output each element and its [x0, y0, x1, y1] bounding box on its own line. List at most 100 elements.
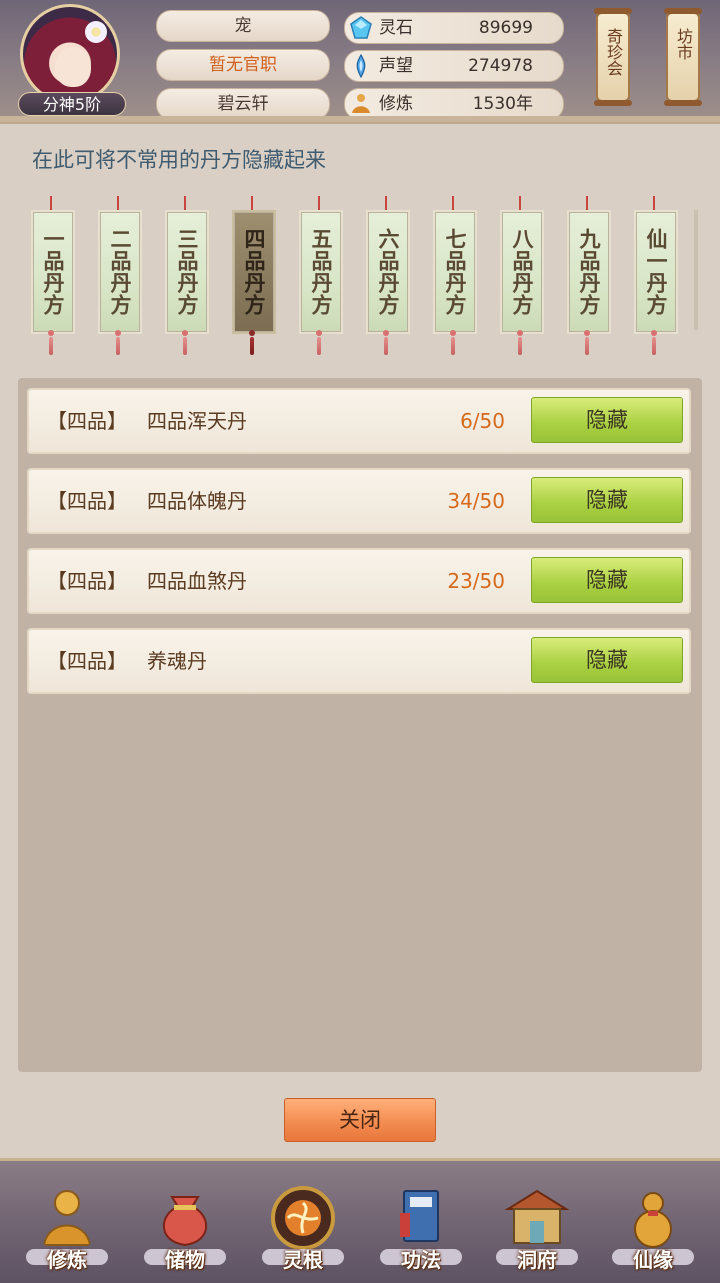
treasure-fair-label: 奇珍会: [604, 28, 623, 76]
recipe-row: 【四品】 四品血煞丹 23/50 隐藏: [27, 548, 691, 614]
spirit-root-icon: [271, 1186, 335, 1250]
tab-grade-8[interactable]: 八品丹方: [497, 196, 544, 362]
recipe-name: 四品浑天丹: [147, 409, 247, 433]
tassel-icon: [379, 330, 393, 356]
top-status-bar: 分神5阶 宠 暂无官职 碧云轩 灵石 89699 声望 274978 修炼 15…: [0, 0, 720, 122]
nav-spirit-root[interactable]: 灵根: [248, 1161, 358, 1279]
tab-immortal-1[interactable]: 仙一丹方: [631, 196, 678, 362]
recipe-row: 【四品】 四品体魄丹 34/50 隐藏: [27, 468, 691, 534]
technique-book-icon: [400, 1190, 439, 1242]
nav-storage[interactable]: 储物: [130, 1161, 240, 1279]
nav-label: 洞府: [517, 1248, 557, 1272]
tab-grade-7[interactable]: 七品丹方: [430, 196, 477, 362]
tab-grade-6[interactable]: 六品丹方: [363, 196, 410, 362]
tab-label: 六品丹方: [366, 210, 410, 334]
tab-label: 二品丹方: [98, 210, 142, 334]
hanging-string: [117, 196, 119, 210]
tab-grade-5[interactable]: 五品丹方: [296, 196, 343, 362]
resource-stats: 灵石 89699 声望 274978 修炼 1530年: [344, 12, 564, 126]
nav-label: 功法: [401, 1248, 441, 1272]
hide-button[interactable]: 隐藏: [531, 397, 683, 443]
tab-grade-4[interactable]: 四品丹方: [229, 196, 276, 362]
hanging-string: [586, 196, 588, 210]
stat-label: 灵石: [379, 18, 413, 38]
close-button[interactable]: 关闭: [284, 1098, 436, 1142]
hair-flower-icon: [85, 21, 107, 43]
tab-label: 三品丹方: [165, 210, 209, 334]
recipe-grade: 【四品】: [47, 489, 127, 513]
recipe-count: 34/50: [447, 489, 505, 513]
bottom-nav: 修炼 储物 灵根 功法 洞府 仙缘: [0, 1158, 720, 1283]
nav-cave-mansion[interactable]: 洞府: [482, 1161, 592, 1279]
recipe-grade: 【四品】: [47, 569, 127, 593]
stat-label: 声望: [379, 56, 413, 76]
spirit-stone-stat: 灵石 89699: [344, 12, 564, 44]
tassel-icon: [580, 330, 594, 356]
treasure-fair-button[interactable]: 奇珍会: [594, 8, 632, 106]
recipe-row: 【四品】 养魂丹 隐藏: [27, 628, 691, 694]
tab-grade-9[interactable]: 九品丹方: [564, 196, 611, 362]
reputation-stat: 声望 274978: [344, 50, 564, 82]
nav-label: 储物: [165, 1248, 205, 1272]
nav-cultivate[interactable]: 修炼: [12, 1161, 122, 1279]
avatar-portrait[interactable]: [20, 4, 120, 104]
hide-button[interactable]: 隐藏: [531, 557, 683, 603]
hanging-string: [318, 196, 320, 210]
stat-value: 1530年: [472, 94, 533, 114]
recipe-grade-tabs: 一品丹方 二品丹方 三品丹方 四品丹方 五品丹方 六品丹方 七品丹方 八品丹方: [24, 196, 702, 362]
pet-plate[interactable]: 宠: [156, 10, 330, 42]
recipe-count: 23/50: [447, 569, 505, 593]
meditating-figure-icon: [42, 1190, 92, 1246]
nav-label: 灵根: [283, 1248, 323, 1272]
recipe-name: 四品血煞丹: [147, 569, 247, 593]
hanging-string: [251, 196, 253, 210]
tab-grade-2[interactable]: 二品丹方: [95, 196, 142, 362]
tassel-icon: [111, 330, 125, 356]
realm-rank-label: 分神5阶: [18, 92, 126, 116]
tab-label: 一品丹方: [31, 210, 75, 334]
player-avatar[interactable]: 分神5阶: [18, 4, 126, 116]
recipe-grade: 【四品】: [47, 649, 127, 673]
stat-value: 274978: [468, 56, 533, 76]
tabs-scroll-edge[interactable]: [694, 210, 698, 330]
residence-plate[interactable]: 碧云轩: [156, 88, 330, 120]
tassel-icon: [647, 330, 661, 356]
reputation-icon: [356, 54, 366, 78]
tassel-icon: [178, 330, 192, 356]
recipe-list[interactable]: 【四品】 四品浑天丹 6/50 隐藏 【四品】 四品体魄丹 34/50 隐藏 【…: [18, 378, 702, 1072]
avatar-face: [55, 47, 91, 87]
gourd-icon: [634, 1192, 672, 1248]
tassel-icon: [44, 330, 58, 356]
player-info-plates: 宠 暂无官职 碧云轩: [156, 10, 330, 127]
recipe-name: 养魂丹: [147, 649, 207, 673]
hanging-string: [519, 196, 521, 210]
hanging-string: [50, 196, 52, 210]
tab-label: 四品丹方: [232, 210, 276, 334]
hanging-string: [653, 196, 655, 210]
cultivation-icon: [352, 94, 370, 113]
hanging-string: [452, 196, 454, 210]
tab-grade-1[interactable]: 一品丹方: [28, 196, 75, 362]
stat-label: 修炼: [379, 94, 413, 114]
market-button[interactable]: 坊市: [664, 8, 702, 106]
official-title-plate[interactable]: 暂无官职: [156, 49, 330, 81]
market-label: 坊市: [674, 28, 693, 60]
tassel-icon: [446, 330, 460, 356]
hanging-string: [385, 196, 387, 210]
nav-label: 修炼: [47, 1248, 87, 1272]
cultivation-stat: 修炼 1530年: [344, 88, 564, 120]
hide-button[interactable]: 隐藏: [531, 637, 683, 683]
tassel-icon: [245, 330, 259, 356]
nav-immortal-fate[interactable]: 仙缘: [598, 1161, 708, 1279]
tab-label: 仙一丹方: [634, 210, 678, 334]
hide-button[interactable]: 隐藏: [531, 477, 683, 523]
hint-text: 在此可将不常用的丹方隐藏起来: [32, 148, 326, 172]
stat-value: 89699: [478, 18, 533, 38]
nav-techniques[interactable]: 功法: [366, 1161, 476, 1279]
spirit-stone-icon: [350, 16, 372, 39]
tab-label: 八品丹方: [500, 210, 544, 334]
hanging-string: [184, 196, 186, 210]
tab-grade-3[interactable]: 三品丹方: [162, 196, 209, 362]
recipe-row: 【四品】 四品浑天丹 6/50 隐藏: [27, 388, 691, 454]
cave-mansion-icon: [504, 1189, 570, 1244]
